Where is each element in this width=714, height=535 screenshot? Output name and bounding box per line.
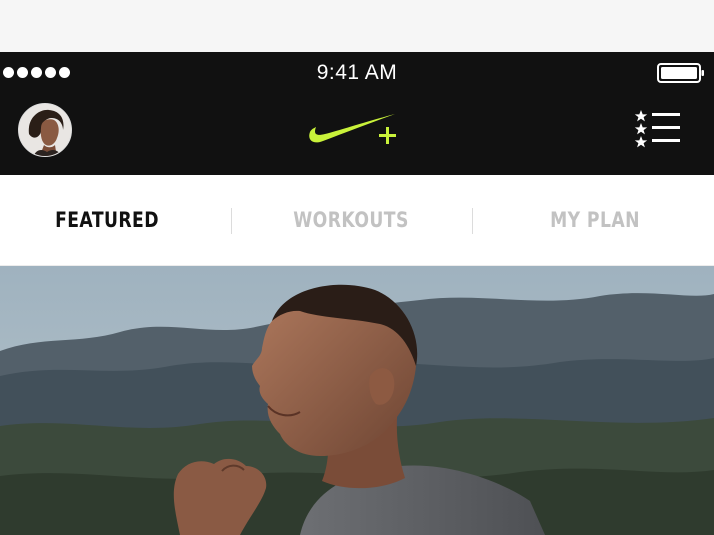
user-avatar[interactable] xyxy=(18,103,72,157)
tab-workouts[interactable]: WORKOUTS xyxy=(263,175,438,266)
nike-plus-logo[interactable] xyxy=(307,110,399,153)
status-time: 9:41 AM xyxy=(316,61,398,84)
tab-bar: FEATURED WORKOUTS MY PLAN xyxy=(0,175,714,266)
status-bar: 9:41 AM xyxy=(0,52,714,94)
tab-featured[interactable]: FEATURED xyxy=(19,175,194,266)
top-background xyxy=(0,0,714,52)
hero-image[interactable] xyxy=(0,266,714,535)
starred-list-menu-icon[interactable] xyxy=(634,109,682,154)
tab-divider xyxy=(231,208,232,234)
tab-my-plan[interactable]: MY PLAN xyxy=(507,175,682,266)
tab-divider xyxy=(472,208,473,234)
nav-bar xyxy=(0,94,714,175)
battery-icon xyxy=(657,63,705,88)
